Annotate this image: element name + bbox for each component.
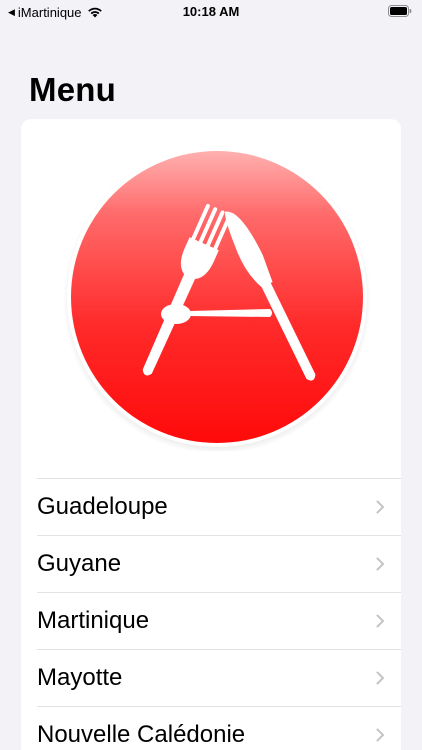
region-list: Guadeloupe Guyane Martinique Mayotte Nou… xyxy=(21,478,401,750)
list-item-martinique[interactable]: Martinique xyxy=(21,592,401,649)
list-item-label: Mayotte xyxy=(37,664,123,691)
app-logo xyxy=(63,143,371,454)
status-time: 10:18 AM xyxy=(182,4,240,19)
list-item-mayotte[interactable]: Mayotte xyxy=(21,649,401,706)
fork-knife-spoon-logo-icon xyxy=(63,146,371,454)
chevron-right-icon xyxy=(376,728,384,742)
list-item-label: Nouvelle Calédonie xyxy=(37,721,246,748)
list-item-nouvelle-caledonie[interactable]: Nouvelle Calédonie xyxy=(21,706,401,750)
list-item-label: Guyane xyxy=(37,550,122,577)
list-item-label: Guadeloupe xyxy=(37,493,168,520)
status-bar: ◀ iMartinique 10:18 AM xyxy=(0,0,422,24)
chevron-right-icon xyxy=(376,671,384,685)
list-item-guadeloupe[interactable]: Guadeloupe xyxy=(21,478,401,535)
list-item-guyane[interactable]: Guyane xyxy=(21,535,401,592)
chevron-right-icon xyxy=(376,500,384,514)
battery-icon xyxy=(388,5,412,17)
list-item-label: Martinique xyxy=(37,607,150,634)
menu-card: Guadeloupe Guyane Martinique Mayotte Nou… xyxy=(21,119,401,750)
chevron-right-icon xyxy=(376,557,384,571)
app-screen: ◀ iMartinique 10:18 AM Menu Guadeloupe G… xyxy=(0,0,422,750)
page-title: Menu xyxy=(29,71,116,108)
chevron-right-icon xyxy=(376,614,384,628)
